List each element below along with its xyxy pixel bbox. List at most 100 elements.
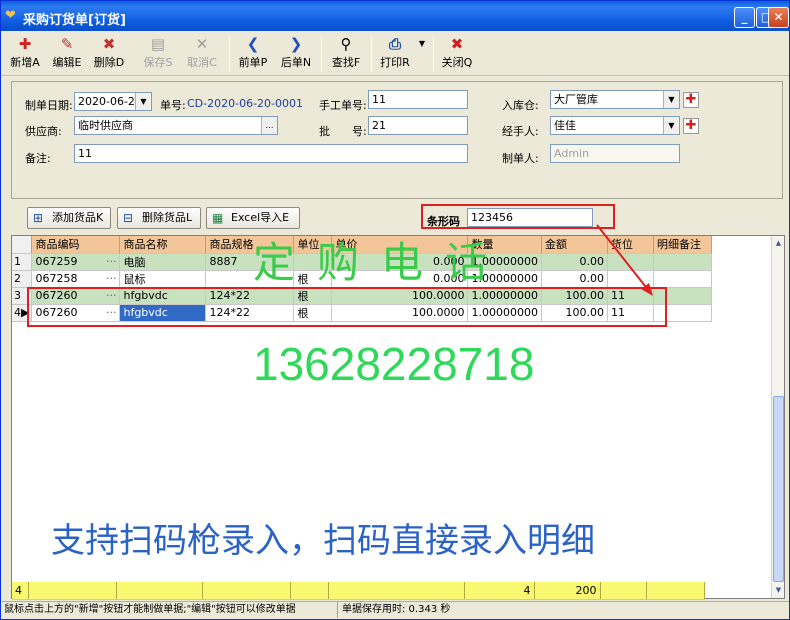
order-no-value: CD-2020-06-20-0001 <box>187 97 304 110</box>
save-button[interactable]: ▤ 保存S <box>138 34 178 74</box>
save-icon: ▤ <box>150 35 166 53</box>
excel-import-button[interactable]: ▦ Excel导入E <box>206 207 300 229</box>
status-bar: 鼠标点击上方的"新增"按钮才能制做单据;"编辑"按钮可以修改单据 单据保存用时:… <box>1 601 789 619</box>
batch-label: 批 号: <box>319 125 367 138</box>
order-date-label: 制单日期: <box>25 99 73 112</box>
edit-icon: ✎ <box>60 35 74 53</box>
cell-unit[interactable]: 根 <box>293 270 333 288</box>
status-hint: 鼠标点击上方的"新增"按钮才能制做单据;"编辑"按钮可以修改单据 <box>4 604 296 615</box>
toolbar-separator <box>229 36 230 72</box>
total-qty: 4 <box>464 582 535 600</box>
supplier-input[interactable]: 临时供应商… <box>74 116 278 135</box>
toolbar-separator <box>321 36 322 72</box>
supplier-label: 供应商: <box>25 125 62 138</box>
chevron-down-icon[interactable]: ▼ <box>663 91 679 108</box>
warehouse-label: 入库仓: <box>502 99 539 112</box>
barcode-input[interactable]: 123456 <box>467 208 593 227</box>
new-button[interactable]: ✚ 新增A <box>5 34 45 74</box>
col-header[interactable]: 商品编码 <box>31 236 121 254</box>
total-amount: 200 <box>534 582 601 600</box>
handler-label: 经手人: <box>502 125 539 138</box>
main-window: ❤ 采购订货单[订货] _ □ ✕ ✚ 新增A ✎ 编辑E ✖ 删除D ▤ 保存S ✕ 取… <box>0 0 790 620</box>
cell-unit[interactable] <box>293 253 333 271</box>
cell-spec[interactable]: 8887 <box>205 253 295 271</box>
ellipsis-icon[interactable]: … <box>261 117 277 134</box>
row-number-header <box>12 236 33 254</box>
cell-code[interactable]: 067258 ··· <box>31 270 121 288</box>
cell-price[interactable]: 0.000 <box>331 270 469 288</box>
print-button[interactable]: ⎙ 打印R <box>375 34 415 74</box>
cell-name[interactable]: 电脑 <box>119 253 207 271</box>
delete-icon: ✖ <box>102 35 116 53</box>
app-icon: ❤ <box>5 8 16 23</box>
cell-qty[interactable]: 1.00000000 <box>467 253 542 271</box>
toolbar: ✚ 新增A ✎ 编辑E ✖ 删除D ▤ 保存S ✕ 取消C ❮ 前单P ❯ 后单N ⚲ 查找F … <box>1 32 789 76</box>
col-header[interactable]: 商品名称 <box>119 236 207 254</box>
close-icon: ✖ <box>450 35 464 53</box>
rows-highlight <box>27 287 667 327</box>
col-header[interactable]: 数量 <box>467 236 542 254</box>
delete-button[interactable]: ✖ 删除D <box>89 34 129 74</box>
order-date-field[interactable]: 2020-06-20 ▼ <box>74 92 152 111</box>
cell-price[interactable]: 0.000 <box>331 253 469 271</box>
print-icon: ⎙ <box>388 35 401 53</box>
title-bar: ❤ 采购订货单[订货] _ □ ✕ <box>1 1 789 31</box>
col-header[interactable]: 明细备注 <box>653 236 712 254</box>
cancel-icon: ✕ <box>195 35 209 53</box>
scroll-down-icon[interactable]: ▼ <box>773 584 784 596</box>
print-dropdown[interactable]: ▼ <box>415 34 429 74</box>
excel-icon: ▦ <box>212 211 224 225</box>
status-save-time: 单据保存用时: 0.343 秒 <box>337 602 450 618</box>
handler-select[interactable]: 佳佳 ▼ <box>550 116 680 135</box>
row-count: 4 <box>12 582 29 600</box>
edit-button[interactable]: ✎ 编辑E <box>47 34 87 74</box>
chevron-down-icon[interactable]: ▼ <box>663 117 679 134</box>
cell-spec[interactable] <box>205 270 295 288</box>
find-button[interactable]: ⚲ 查找F <box>326 34 366 74</box>
delete-goods-button[interactable]: ⊟ 删除货品L <box>117 207 201 229</box>
next-button[interactable]: ❯ 后单N <box>276 34 316 74</box>
col-header[interactable]: 单位 <box>293 236 333 254</box>
col-header[interactable]: 单价 <box>331 236 469 254</box>
add-goods-icon: ⊞ <box>33 211 44 225</box>
remark-label: 备注: <box>25 152 51 165</box>
scrollbar-thumb[interactable] <box>773 396 784 582</box>
order-no-label: 单号: <box>160 99 186 112</box>
add-warehouse-button[interactable]: ✚ <box>683 92 699 108</box>
barcode-label: 条形码 <box>427 215 460 228</box>
cell-code[interactable]: 067259 ··· <box>31 253 121 271</box>
ellipsis-icon[interactable]: ··· <box>106 255 117 268</box>
cell-qty[interactable]: 1.00000000 <box>467 270 542 288</box>
creator-field: Admin <box>550 144 680 163</box>
toolbar-separator <box>371 36 372 72</box>
arrow-annotation-icon <box>596 224 653 296</box>
manual-no-input[interactable]: 11 <box>368 90 468 109</box>
cell-note[interactable] <box>653 270 712 288</box>
chevron-right-icon: ❯ <box>289 35 303 53</box>
order-form: 制单日期: 2020-06-20 ▼ 单号: CD-2020-06-20-0001… <box>11 81 783 199</box>
prev-button[interactable]: ❮ 前单P <box>233 34 273 74</box>
add-goods-button[interactable]: ⊞ 添加货品K <box>27 207 111 229</box>
scroll-up-icon[interactable]: ▲ <box>773 237 784 249</box>
remark-input[interactable]: 11 <box>74 144 468 163</box>
chevron-down-icon[interactable]: ▼ <box>135 93 151 110</box>
vertical-scrollbar[interactable]: ▲ ▼ <box>771 236 784 598</box>
cancel-button[interactable]: ✕ 取消C <box>182 34 222 74</box>
cell-name[interactable]: 鼠标 <box>119 270 207 288</box>
close-button[interactable]: ✖ 关闭Q <box>437 34 477 74</box>
row-number: 1 <box>12 253 33 271</box>
table-footer: 4 4 200 <box>12 582 705 600</box>
summary-row: 4 4 200 <box>12 582 705 600</box>
ellipsis-icon[interactable]: ··· <box>106 272 117 285</box>
col-header[interactable]: 商品规格 <box>205 236 295 254</box>
batch-input[interactable]: 21 <box>368 116 468 135</box>
warehouse-select[interactable]: 大厂管库 ▼ <box>550 90 680 109</box>
row-number: 2 <box>12 270 33 288</box>
close-window-button[interactable]: ✕ <box>768 7 789 28</box>
chevron-down-icon: ▼ <box>418 39 426 48</box>
minimize-button[interactable]: _ <box>734 7 755 28</box>
binoculars-icon: ⚲ <box>340 35 352 53</box>
plus-icon: ✚ <box>18 35 32 53</box>
add-handler-button[interactable]: ✚ <box>683 118 699 134</box>
cell-note[interactable] <box>653 253 712 271</box>
